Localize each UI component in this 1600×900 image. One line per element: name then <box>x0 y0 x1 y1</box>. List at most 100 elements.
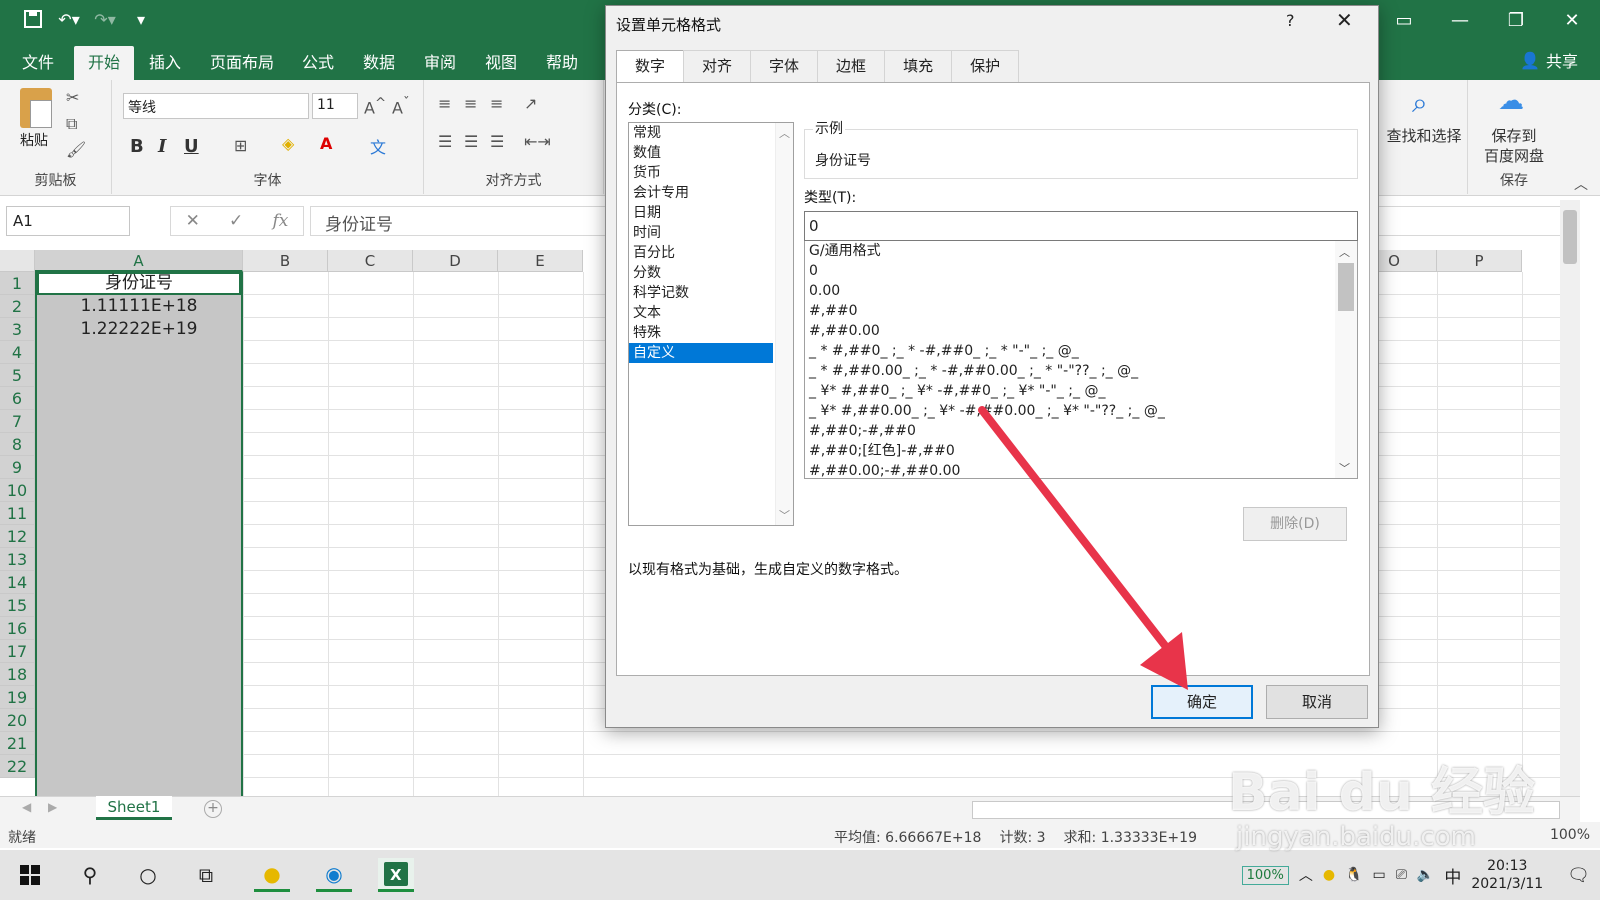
enter-icon[interactable]: ✓ <box>229 211 243 231</box>
row-header[interactable]: 15 <box>0 594 35 617</box>
indent-icon[interactable]: ⇤⇥ <box>524 132 551 151</box>
save-baidu-button-line1[interactable]: 保存到 <box>1468 126 1560 146</box>
tray-expand-icon[interactable]: ︿ <box>1299 865 1313 885</box>
undo-icon[interactable]: ↶▾ <box>58 8 80 30</box>
format-list-scrollbar[interactable]: ︿ ﹀ <box>1335 241 1357 478</box>
bold-button[interactable]: B <box>130 136 144 157</box>
category-list[interactable]: 常规 数值 货币 会计专用 日期 时间 百分比 分数 科学记数 文本 特殊 自定义 ︿ ﹀ <box>628 122 794 526</box>
cancel-icon[interactable]: ✕ <box>186 211 200 231</box>
tab-review[interactable]: 审阅 <box>410 46 470 80</box>
format-code-item[interactable]: _ * #,##0.00_ ;_ * -#,##0.00_ ;_ * "-"??… <box>805 361 1357 381</box>
tab-view[interactable]: 视图 <box>471 46 531 80</box>
scroll-up-icon[interactable]: ︿ <box>779 125 790 141</box>
font-size-select[interactable]: 11 <box>312 93 358 119</box>
tab-file[interactable]: 文件 <box>8 46 68 80</box>
tab-insert[interactable]: 插入 <box>135 46 195 80</box>
tab-number[interactable]: 数字 <box>616 50 685 83</box>
close-window-icon[interactable]: ✕ <box>1544 0 1600 40</box>
tab-font[interactable]: 字体 <box>750 50 819 82</box>
music-app-icon[interactable]: ● <box>254 858 290 892</box>
format-code-item[interactable]: #,##0;-#,##0 <box>805 421 1357 441</box>
font-color-icon[interactable]: A <box>320 134 332 153</box>
tab-border[interactable]: 边框 <box>817 50 886 82</box>
row-header[interactable]: 17 <box>0 640 35 663</box>
column-header[interactable]: D <box>413 250 498 272</box>
insert-function-icon[interactable]: fx <box>273 211 289 231</box>
power-icon[interactable]: ▭ <box>1372 867 1385 883</box>
cut-icon[interactable]: ✂ <box>66 88 79 107</box>
align-middle-icon[interactable]: ≡ <box>464 94 477 113</box>
format-code-item[interactable]: _ * #,##0_ ;_ * -#,##0_ ;_ * "-"_ ;_ @_ <box>805 341 1357 361</box>
column-header[interactable]: E <box>498 250 583 272</box>
row-header[interactable]: 11 <box>0 502 35 525</box>
format-painter-icon[interactable]: 🖌 <box>66 140 86 159</box>
save-baidu-button-line2[interactable]: 百度网盘 <box>1468 146 1560 166</box>
category-item[interactable]: 货币 <box>629 163 773 183</box>
column-header[interactable]: P <box>1437 250 1522 272</box>
tab-alignment[interactable]: 对齐 <box>683 50 752 82</box>
row-header[interactable]: 6 <box>0 387 35 410</box>
format-code-item[interactable]: #,##0;[红色]-#,##0 <box>805 441 1357 461</box>
row-header[interactable]: 16 <box>0 617 35 640</box>
category-item[interactable]: 科学记数 <box>629 283 773 303</box>
paste-button-label[interactable]: 粘贴 <box>20 130 48 150</box>
category-item[interactable]: 文本 <box>629 303 773 323</box>
sheet-tab-sheet1[interactable]: Sheet1 <box>96 796 172 820</box>
customize-qat-icon[interactable]: ▾ <box>130 8 152 30</box>
align-left-icon[interactable]: ☰ <box>438 132 452 151</box>
format-code-item[interactable]: _ ¥* #,##0.00_ ;_ ¥* -#,##0.00_ ;_ ¥* "-… <box>805 401 1357 421</box>
category-item[interactable]: 百分比 <box>629 243 773 263</box>
row-header[interactable]: 10 <box>0 479 35 502</box>
ime-indicator[interactable]: 中 <box>1444 863 1461 888</box>
search-taskbar-icon[interactable]: ⚲ <box>72 858 108 892</box>
category-item[interactable]: 分数 <box>629 263 773 283</box>
cell-a2[interactable]: 1.11111E+18 <box>37 295 241 318</box>
next-sheet-icon[interactable]: ▶ <box>48 800 57 814</box>
format-code-item[interactable]: G/通用格式 <box>805 241 1357 261</box>
collapse-ribbon-icon[interactable]: ︿ <box>1574 174 1588 194</box>
vertical-scrollbar[interactable] <box>1560 200 1580 796</box>
cell-a1[interactable]: 身份证号 <box>37 272 241 295</box>
type-input[interactable]: 0 <box>804 211 1358 241</box>
align-bottom-icon[interactable]: ≡ <box>490 94 503 113</box>
align-top-icon[interactable]: ≡ <box>438 94 451 113</box>
category-item[interactable]: 日期 <box>629 203 773 223</box>
name-box[interactable]: A1 <box>6 206 130 236</box>
windows-start-icon[interactable] <box>12 858 48 892</box>
row-header[interactable]: 5 <box>0 364 35 387</box>
fill-color-icon[interactable]: ◈ <box>282 134 294 153</box>
ribbon-display-icon[interactable]: ▭ <box>1376 0 1432 40</box>
row-header[interactable]: 13 <box>0 548 35 571</box>
format-list-scroll-thumb[interactable] <box>1338 263 1354 311</box>
row-header[interactable]: 4 <box>0 341 35 364</box>
save-icon[interactable] <box>22 8 44 30</box>
row-header[interactable]: 12 <box>0 525 35 548</box>
row-header[interactable]: 9 <box>0 456 35 479</box>
task-view-icon[interactable]: ⧉ <box>188 858 224 892</box>
notification-icon[interactable]: 🗨 <box>1567 865 1590 886</box>
format-code-item[interactable]: _ ¥* #,##0_ ;_ ¥* -#,##0_ ;_ ¥* "-"_ ;_ … <box>805 381 1357 401</box>
volume-icon[interactable]: 🔈 <box>1417 867 1434 883</box>
underline-button[interactable]: U <box>184 136 199 157</box>
orientation-icon[interactable]: ↗ <box>524 94 537 113</box>
format-code-item[interactable]: #,##0.00;-#,##0.00 <box>805 461 1357 478</box>
tab-protection[interactable]: 保护 <box>951 50 1020 82</box>
category-item[interactable]: 常规 <box>629 123 773 143</box>
phonetic-icon[interactable]: 文 <box>370 134 386 158</box>
zoom-level[interactable]: 100% <box>1550 827 1590 843</box>
paste-icon[interactable] <box>20 88 52 128</box>
font-name-select[interactable]: 等线 <box>123 93 309 119</box>
vertical-scroll-thumb[interactable] <box>1563 210 1577 264</box>
row-header[interactable]: 18 <box>0 663 35 686</box>
decrease-font-icon[interactable]: Aˇ <box>392 96 410 117</box>
ok-button[interactable]: 确定 <box>1151 685 1253 719</box>
format-code-list[interactable]: G/通用格式 0 0.00 #,##0 #,##0.00 _ * #,##0_ ;_ * … <box>804 241 1358 479</box>
tab-formulas[interactable]: 公式 <box>288 46 348 80</box>
edge-browser-icon[interactable]: ◉ <box>316 858 352 892</box>
italic-button[interactable]: I <box>158 136 166 157</box>
restore-icon[interactable]: ❐ <box>1488 0 1544 40</box>
scroll-down-icon[interactable]: ﹀ <box>779 507 790 523</box>
format-code-item[interactable]: 0.00 <box>805 281 1357 301</box>
row-header[interactable]: 3 <box>0 318 35 341</box>
share-button[interactable]: 👤 共享 <box>1520 48 1578 72</box>
